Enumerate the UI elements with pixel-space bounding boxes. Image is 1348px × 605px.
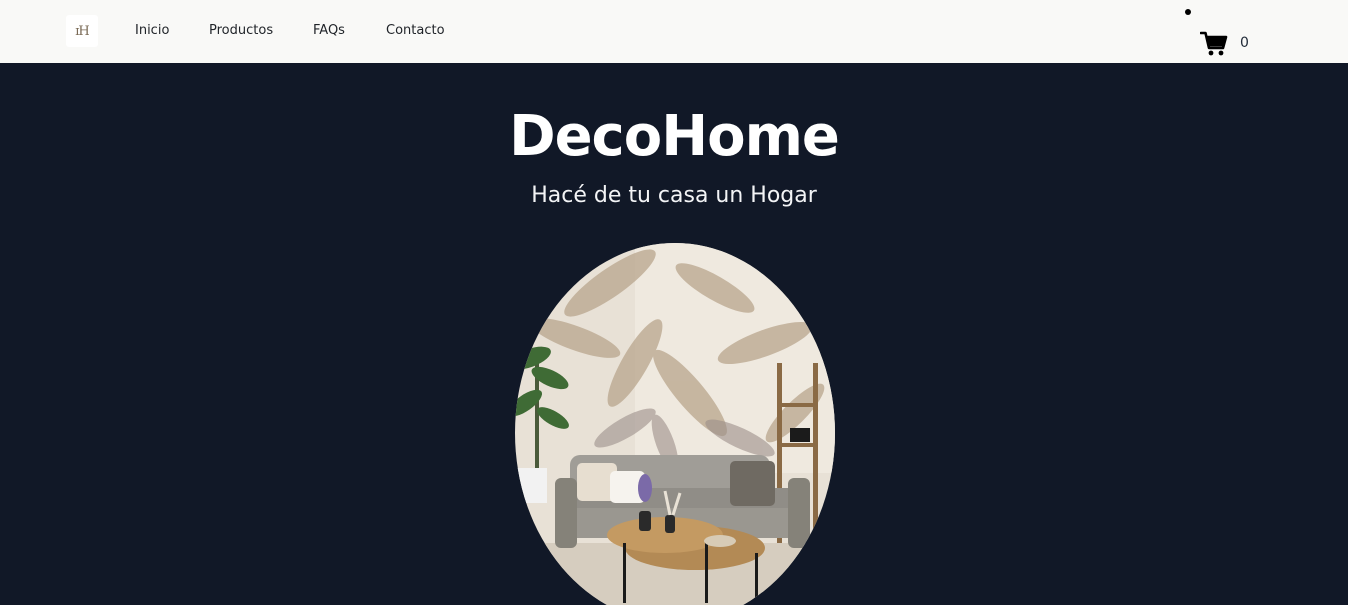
list-bullet-dot	[1185, 9, 1191, 15]
cart-button[interactable]	[1199, 31, 1228, 57]
shopping-cart-icon	[1199, 31, 1228, 56]
nav-link-contacto[interactable]: Contacto	[386, 23, 445, 38]
hero-title: DecoHome	[509, 104, 840, 169]
hero-living-room-image	[515, 243, 835, 605]
brand-logo[interactable]: ɪH	[66, 15, 98, 47]
nav-link-inicio[interactable]: Inicio	[135, 23, 169, 38]
nav-link-productos[interactable]: Productos	[209, 23, 273, 38]
cart-count: 0	[1240, 35, 1249, 51]
hero-subtitle: Hacé de tu casa un Hogar	[531, 183, 817, 208]
living-room-illustration	[515, 243, 835, 605]
navbar: ɪH Inicio Productos FAQs Contacto 0	[0, 0, 1348, 63]
nav-link-faqs[interactable]: FAQs	[313, 23, 345, 38]
